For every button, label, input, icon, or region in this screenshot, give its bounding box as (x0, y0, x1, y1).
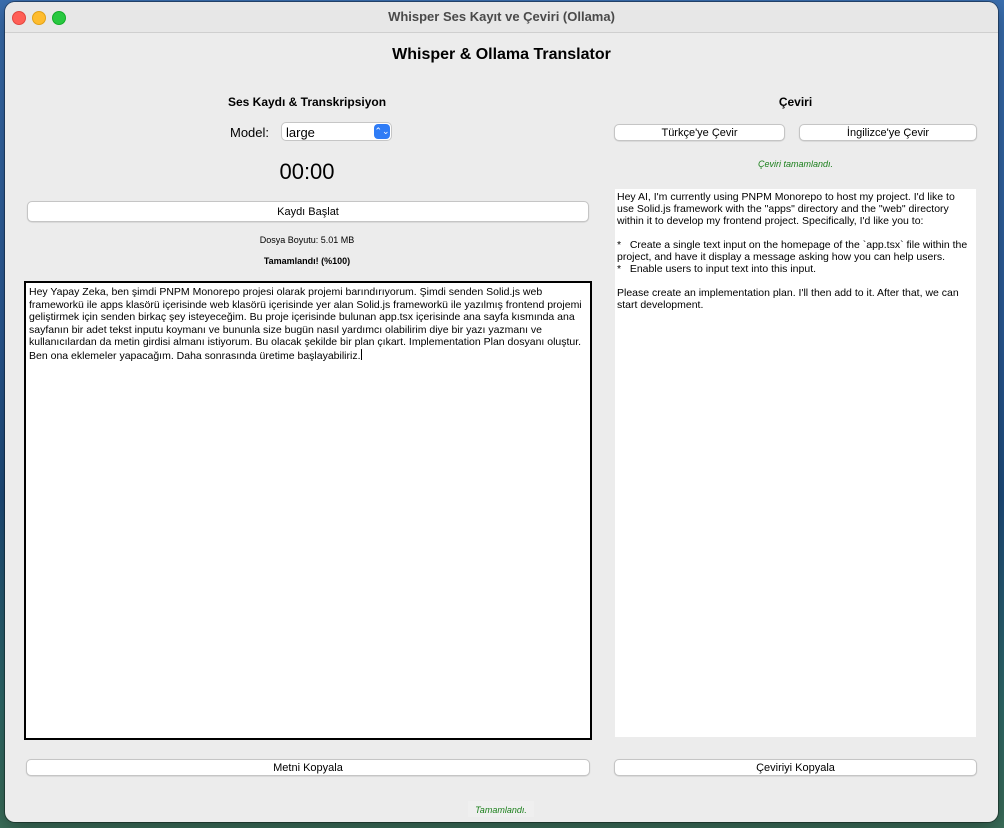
transcription-section-title: Ses Kaydı & Transkripsiyon (227, 95, 387, 109)
model-select[interactable]: large ⌃⌄ (281, 122, 392, 141)
start-recording-button[interactable]: Kaydı Başlat (27, 201, 589, 222)
footer-status: Tamamlandı. (475, 805, 527, 815)
transcript-textarea[interactable]: Hey Yapay Zeka, ben şimdi PNPM Monorepo … (24, 281, 592, 740)
translation-status: Çeviri tamamlandı. (757, 159, 834, 169)
app-title: Whisper & Ollama Translator (392, 46, 611, 63)
title-bar[interactable]: Whisper Ses Kayıt ve Çeviri (Ollama) (5, 2, 998, 33)
copy-translation-button[interactable]: Çeviriyi Kopyala (614, 759, 977, 776)
chevron-updown-icon: ⌃⌄ (374, 124, 390, 139)
text-caret (360, 348, 362, 360)
footer-status-box: Tamamlandı. (468, 801, 534, 817)
progress-status: Tamamlandı! (%100) (263, 256, 351, 266)
translate-to-english-button[interactable]: İngilizce'ye Çevir (799, 124, 977, 141)
copy-text-button[interactable]: Metni Kopyala (26, 759, 590, 776)
translation-textarea[interactable]: Hey AI, I'm currently using PNPM Monorep… (615, 189, 976, 737)
window-title: Whisper Ses Kayıt ve Çeviri (Ollama) (388, 9, 615, 24)
translate-to-turkish-button[interactable]: Türkçe'ye Çevir (614, 124, 785, 141)
transcript-text: Hey Yapay Zeka, ben şimdi PNPM Monorepo … (29, 286, 582, 362)
recording-timer: 00:00 (279, 159, 335, 184)
model-label: Model: (230, 125, 270, 140)
model-select-value: large (286, 125, 315, 140)
translation-section-title: Çeviri (778, 95, 813, 109)
app-window: Whisper Ses Kayıt ve Çeviri (Ollama) Whi… (5, 2, 998, 822)
file-size-label: Dosya Boyutu: 5.01 MB (259, 235, 355, 245)
